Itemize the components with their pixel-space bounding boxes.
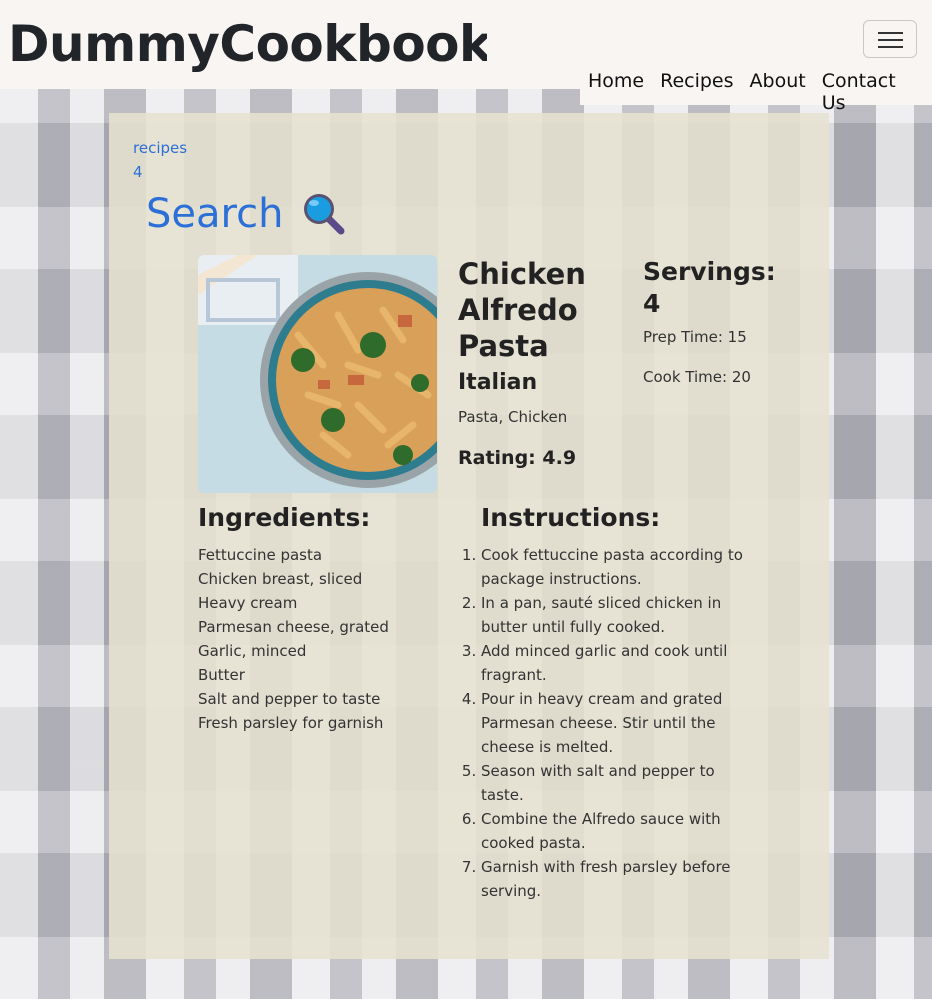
- instructions-list: Cook fettuccine pasta according to packa…: [455, 543, 753, 903]
- recipe-cuisine: Italian: [458, 370, 538, 395]
- ingredient-item: Salt and pepper to taste: [198, 690, 381, 708]
- hamburger-menu-icon: [878, 39, 903, 41]
- ingredients-list: Fettuccine pasta Chicken breast, sliced …: [198, 543, 389, 735]
- ingredient-item: Fettuccine pasta: [198, 546, 323, 564]
- instruction-step: Garnish with fresh parsley before servin…: [481, 855, 753, 903]
- recipes-link[interactable]: recipes: [133, 139, 187, 157]
- recipe-id-link[interactable]: 4: [133, 163, 143, 181]
- search-link[interactable]: Search: [146, 188, 347, 240]
- ingredient-item: Garlic, minced: [198, 642, 307, 660]
- instruction-step: Cook fettuccine pasta according to packa…: [481, 543, 753, 591]
- recipe-prep-time: Prep Time: 15: [643, 328, 747, 346]
- recipe-image: [198, 255, 437, 493]
- ingredients-heading: Ingredients:: [198, 503, 371, 532]
- ingredient-item: Heavy cream: [198, 594, 298, 612]
- navbar: DummyCookbook Home Recipes About Contact…: [0, 0, 932, 114]
- instruction-step: Add minced garlic and cook until fragran…: [481, 639, 753, 687]
- brand-logo[interactable]: DummyCookbook: [0, 0, 492, 89]
- instruction-step: Season with salt and pepper to taste.: [481, 759, 753, 807]
- nav-link-about[interactable]: About: [750, 70, 806, 100]
- instructions-heading: Instructions:: [481, 503, 661, 532]
- search-label: Search: [146, 191, 284, 237]
- recipe-tags: Pasta, Chicken: [458, 408, 568, 426]
- hamburger-menu-icon: [878, 46, 903, 48]
- ingredient-item: Fresh parsley for garnish: [198, 714, 384, 732]
- recipe-cook-time: Cook Time: 20: [643, 368, 751, 386]
- recipe-title: Chicken Alfredo Pasta: [458, 257, 586, 363]
- ingredient-item: Butter: [198, 666, 245, 684]
- hamburger-menu-icon: [878, 32, 903, 34]
- recipe-rating: Rating: 4.9: [458, 447, 577, 469]
- nav-link-home[interactable]: Home: [588, 70, 644, 100]
- instruction-step: In a pan, sauté sliced chicken in butter…: [481, 591, 753, 639]
- magnifying-glass-icon: [301, 191, 347, 237]
- instruction-step: Combine the Alfredo sauce with cooked pa…: [481, 807, 753, 855]
- nav-link-contact[interactable]: Contact Us: [822, 70, 916, 114]
- ingredient-item: Parmesan cheese, grated: [198, 618, 389, 636]
- instruction-step: Pour in heavy cream and grated Parmesan …: [481, 687, 753, 759]
- nav-links: Home Recipes About Contact Us: [588, 70, 932, 114]
- ingredient-item: Chicken breast, sliced: [198, 570, 363, 588]
- hamburger-menu-button[interactable]: [863, 20, 917, 58]
- nav-link-recipes[interactable]: Recipes: [660, 70, 733, 100]
- navbar-strip: [487, 0, 580, 89]
- recipe-servings: Servings: 4: [643, 257, 776, 318]
